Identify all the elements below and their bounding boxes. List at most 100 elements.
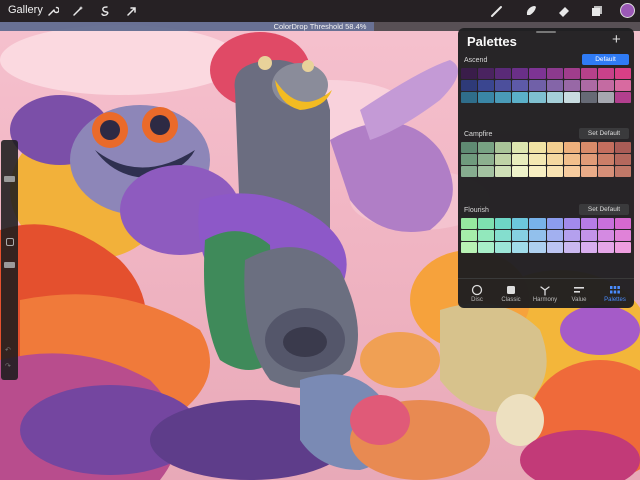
palette-swatch[interactable] xyxy=(478,142,495,153)
opacity-slider-thumb[interactable] xyxy=(4,262,15,268)
palette-swatch[interactable] xyxy=(546,230,563,241)
palette-swatch[interactable] xyxy=(512,68,529,79)
palette-swatch[interactable] xyxy=(563,166,580,177)
palette-swatch[interactable] xyxy=(597,242,614,253)
palette-swatch[interactable] xyxy=(546,154,563,165)
palette-swatch[interactable] xyxy=(563,142,580,153)
palette-swatch[interactable] xyxy=(580,142,597,153)
palette-swatch[interactable] xyxy=(614,242,631,253)
palette-swatch[interactable] xyxy=(614,230,631,241)
palette-swatch[interactable] xyxy=(546,68,563,79)
palette-swatch[interactable] xyxy=(461,142,478,153)
palette-swatch[interactable] xyxy=(597,218,614,229)
palette-swatch[interactable] xyxy=(512,142,529,153)
palette-swatch[interactable] xyxy=(614,80,631,91)
palette-swatch[interactable] xyxy=(461,80,478,91)
modify-button[interactable] xyxy=(6,238,14,246)
undo-icon[interactable]: ↶ xyxy=(5,346,11,354)
transform-arrow-icon[interactable] xyxy=(124,3,140,19)
palette-swatch[interactable] xyxy=(580,154,597,165)
palette-swatch[interactable] xyxy=(512,166,529,177)
palette-swatch[interactable] xyxy=(580,166,597,177)
palette-swatch[interactable] xyxy=(495,218,512,229)
palette-swatch[interactable] xyxy=(512,92,529,103)
palette-swatch[interactable] xyxy=(597,142,614,153)
palette-swatch[interactable] xyxy=(461,166,478,177)
palette-swatch[interactable] xyxy=(546,166,563,177)
palette-swatch[interactable] xyxy=(495,166,512,177)
palette-swatch[interactable] xyxy=(461,154,478,165)
palette-swatch[interactable] xyxy=(478,80,495,91)
palette-swatch[interactable] xyxy=(529,80,546,91)
palette-swatch[interactable] xyxy=(563,230,580,241)
palette-swatch[interactable] xyxy=(614,166,631,177)
magic-wand-icon[interactable] xyxy=(70,3,86,19)
palette-swatch[interactable] xyxy=(478,166,495,177)
tab-disc[interactable]: Disc xyxy=(460,283,494,303)
default-button[interactable]: Default xyxy=(582,54,629,65)
palette-swatch[interactable] xyxy=(580,92,597,103)
palette-swatch[interactable] xyxy=(546,218,563,229)
palette-swatch[interactable] xyxy=(614,92,631,103)
brush-size-slider-thumb[interactable] xyxy=(4,176,15,182)
palette-swatch[interactable] xyxy=(512,230,529,241)
palette-swatch[interactable] xyxy=(461,68,478,79)
brush-icon[interactable] xyxy=(488,2,506,20)
palette-swatch[interactable] xyxy=(563,92,580,103)
selection-icon[interactable] xyxy=(97,3,113,19)
palette-swatch[interactable] xyxy=(563,80,580,91)
tab-classic[interactable]: Classic xyxy=(494,283,528,303)
add-palette-plus-icon[interactable]: + xyxy=(612,31,621,48)
palette-swatch[interactable] xyxy=(546,92,563,103)
palette-swatch[interactable] xyxy=(495,92,512,103)
palette-swatch[interactable] xyxy=(580,242,597,253)
redo-icon[interactable]: ↷ xyxy=(5,362,11,370)
palette-swatch[interactable] xyxy=(529,142,546,153)
tab-value[interactable]: Value xyxy=(562,283,596,303)
palette-swatch[interactable] xyxy=(580,218,597,229)
palette-swatch[interactable] xyxy=(580,230,597,241)
palette-swatch[interactable] xyxy=(529,92,546,103)
palette-swatch[interactable] xyxy=(478,68,495,79)
palette-swatch[interactable] xyxy=(614,68,631,79)
palette-swatch[interactable] xyxy=(512,80,529,91)
palette-swatch[interactable] xyxy=(495,142,512,153)
palette-swatch[interactable] xyxy=(597,166,614,177)
palette-swatch[interactable] xyxy=(478,242,495,253)
palette-swatch[interactable] xyxy=(529,230,546,241)
palette-swatch[interactable] xyxy=(495,68,512,79)
palette-swatch[interactable] xyxy=(529,68,546,79)
set-default-button-campfire[interactable]: Set Default xyxy=(579,128,629,139)
palette-swatch[interactable] xyxy=(597,92,614,103)
wrench-icon[interactable] xyxy=(45,3,61,19)
palette-swatch[interactable] xyxy=(495,242,512,253)
palette-swatch[interactable] xyxy=(461,242,478,253)
set-default-button-flourish[interactable]: Set Default xyxy=(579,204,629,215)
palette-swatch[interactable] xyxy=(546,142,563,153)
palette-swatch[interactable] xyxy=(597,68,614,79)
palette-swatch[interactable] xyxy=(580,80,597,91)
palette-swatch[interactable] xyxy=(614,142,631,153)
palette-swatch[interactable] xyxy=(478,154,495,165)
palette-swatch[interactable] xyxy=(512,218,529,229)
palette-swatch[interactable] xyxy=(614,154,631,165)
tab-palettes[interactable]: Palettes xyxy=(598,283,632,303)
palette-swatch[interactable] xyxy=(563,242,580,253)
palette-swatch[interactable] xyxy=(529,166,546,177)
palette-swatch[interactable] xyxy=(478,92,495,103)
layers-icon[interactable] xyxy=(588,2,606,20)
palette-swatch[interactable] xyxy=(495,154,512,165)
palette-swatch[interactable] xyxy=(495,230,512,241)
palette-swatch[interactable] xyxy=(461,218,478,229)
palette-swatch[interactable] xyxy=(495,80,512,91)
palette-swatch[interactable] xyxy=(580,68,597,79)
palette-swatch[interactable] xyxy=(546,80,563,91)
palette-swatch[interactable] xyxy=(546,242,563,253)
palette-swatch[interactable] xyxy=(529,242,546,253)
panel-grip-handle[interactable] xyxy=(536,31,556,33)
current-color-swatch[interactable] xyxy=(620,3,635,18)
palette-swatch[interactable] xyxy=(597,230,614,241)
palette-swatch[interactable] xyxy=(512,154,529,165)
palette-swatch[interactable] xyxy=(478,218,495,229)
gallery-button[interactable]: Gallery xyxy=(8,4,43,16)
